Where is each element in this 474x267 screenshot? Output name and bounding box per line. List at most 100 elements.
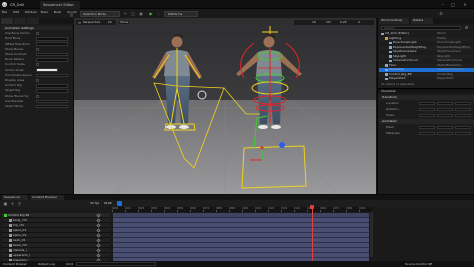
outliner-row[interactable]: CR_Drill (Editor) World — [379, 32, 474, 36]
timeline-ruler[interactable]: 0000 0010 0020 0030 0040 0050 0060 0070 0080 0090… — [112, 207, 372, 212]
outliner-row[interactable]: SkyAtmosphere SkyAtmosphere — [379, 50, 474, 54]
outliner-filter-icon[interactable]: ⚙ — [464, 26, 469, 30]
outliner-row[interactable]: ExponentialHeightFog ExponentialHeightFog — [379, 45, 474, 50]
details-row[interactable]: Mesh — [379, 125, 474, 130]
menu-item-file[interactable]: File — [2, 11, 7, 15]
details-value-field[interactable] — [455, 101, 471, 105]
outliner-row[interactable]: Lighting Folder — [379, 36, 474, 41]
maximize-icon[interactable]: □ — [450, 2, 456, 7]
outliner-row[interactable]: Control_Rig_BP ControlRig — [379, 72, 474, 77]
details-row[interactable]: Animation — [379, 119, 474, 124]
add-key-icon[interactable] — [96, 213, 101, 218]
details-row[interactable]: Scale — [379, 113, 474, 118]
add-key-icon[interactable] — [96, 233, 101, 238]
sequencer-scrollbar[interactable] — [370, 212, 373, 257]
outliner-row[interactable]: Character SkeletalMeshActor — [379, 68, 474, 72]
console-input[interactable] — [76, 262, 156, 266]
platforms-button[interactable]: Platforms — [164, 10, 198, 17]
menu-item-build[interactable]: Build — [54, 11, 62, 15]
lit-button[interactable]: Lit — [108, 21, 112, 25]
save-sequence-icon[interactable]: ▣ — [3, 201, 8, 206]
setting-field[interactable] — [36, 52, 68, 57]
cmd-button[interactable]: Cmd — [66, 263, 73, 267]
grid-snap-value[interactable]: 10 — [312, 21, 316, 25]
level-viewport[interactable]: ≡ Perspective Lit Show 10 10° 0.25 4 — [13, 18, 437, 195]
details-value-field[interactable] — [455, 107, 471, 111]
unreal-logo-icon[interactable]: U — [2, 2, 7, 7]
add-track-icon[interactable]: + — [10, 201, 15, 206]
tab-selection[interactable] — [1, 18, 13, 24]
details-row[interactable]: Materials — [379, 131, 474, 136]
tab-world-outliner[interactable]: World Outliner — [379, 18, 409, 24]
show-button[interactable]: Show — [119, 20, 130, 25]
camera-speed-value[interactable]: 4 — [358, 21, 360, 25]
tab-details[interactable]: Details — [411, 18, 433, 24]
add-key-icon[interactable] — [96, 238, 101, 243]
tab-pose[interactable] — [27, 18, 39, 24]
setting-checkbox[interactable] — [36, 79, 39, 83]
blueprint-icon[interactable]: ◫ — [130, 11, 136, 17]
close-icon[interactable]: × — [462, 2, 468, 7]
details-value-field[interactable] — [437, 107, 453, 111]
minimize-icon[interactable]: – — [440, 2, 446, 7]
outliner-row[interactable]: VolumetricCloud VolumetricCloud — [379, 59, 474, 63]
details-value-field[interactable] — [437, 125, 453, 129]
setting-checkbox[interactable] — [36, 94, 39, 98]
details-value-field[interactable] — [419, 131, 435, 135]
details-row[interactable]: Rotation — [379, 107, 474, 112]
details-row[interactable]: Location — [379, 101, 474, 106]
setting-field[interactable] — [36, 104, 68, 109]
details-value-field[interactable] — [455, 125, 471, 129]
details-value-field[interactable] — [419, 101, 435, 105]
outliner-row[interactable]: Floor StaticMeshActor — [379, 63, 474, 68]
add-key-icon[interactable] — [96, 223, 101, 228]
setting-field[interactable] — [36, 37, 68, 41]
outliner-search-input[interactable]: Search... — [381, 26, 461, 30]
play-options-icon[interactable]: ⋮ — [155, 11, 161, 17]
settings-icon[interactable]: ⚙ — [438, 11, 444, 17]
save-icon[interactable] — [70, 10, 73, 17]
setting-checkbox[interactable] — [36, 47, 39, 51]
details-value-field[interactable] — [437, 113, 453, 117]
output-log-button[interactable]: Output Log — [38, 263, 55, 267]
cinematics-icon[interactable]: ▣ — [138, 11, 144, 17]
menu-item-edit[interactable]: Edit — [13, 11, 19, 15]
editor-tab[interactable]: Sequencer Editor — [40, 1, 80, 9]
viewport-options-icon[interactable]: ≡ — [77, 20, 82, 25]
menu-item-window[interactable]: Window — [25, 11, 37, 15]
add-key-icon[interactable] — [96, 218, 101, 223]
details-row[interactable]: Transform — [379, 95, 474, 100]
setting-field[interactable] — [36, 42, 68, 46]
add-key-icon[interactable] — [96, 228, 101, 233]
add-key-icon[interactable] — [96, 243, 101, 248]
outliner-row[interactable]: DirectionalLight DirectionalLight — [379, 41, 474, 45]
play-icon[interactable]: ▶ — [148, 11, 154, 17]
add-key-icon[interactable] — [96, 248, 101, 253]
details-value-field[interactable] — [419, 113, 435, 117]
content-drawer-button[interactable]: Content Drawer — [3, 263, 27, 267]
add-actor-icon[interactable]: + — [122, 11, 128, 17]
details-value-field[interactable] — [437, 101, 453, 105]
outliner-row[interactable]: SkyLight SkyLight — [379, 54, 474, 59]
setting-field[interactable] — [36, 89, 68, 93]
current-time[interactable]: 0104 — [104, 202, 112, 206]
outliner-row[interactable]: PlayerStart PlayerStart — [379, 77, 474, 81]
setting-checkbox[interactable] — [36, 32, 39, 36]
details-value-field[interactable] — [419, 125, 435, 129]
filter-icon[interactable]: ⚲ — [17, 201, 22, 206]
perspective-button[interactable]: Perspective — [83, 21, 100, 25]
setting-field[interactable] — [36, 73, 68, 78]
scale-snap-value[interactable]: 0.25 — [340, 21, 347, 25]
setting-field[interactable] — [36, 84, 68, 88]
add-key-icon[interactable] — [96, 253, 101, 258]
fps-readout[interactable]: 30 fps — [90, 202, 99, 206]
details-value-field[interactable] — [455, 113, 471, 117]
details-value-field[interactable] — [437, 131, 453, 135]
setting-field[interactable] — [36, 58, 68, 62]
source-control-status[interactable]: Source Control Off — [405, 263, 432, 267]
key-mode-icon[interactable] — [117, 201, 122, 206]
setting-field[interactable] — [36, 68, 58, 72]
mode-dropdown[interactable]: Selection Mode — [80, 10, 120, 17]
details-value-field[interactable] — [455, 131, 471, 135]
setting-checkbox[interactable] — [36, 63, 39, 67]
